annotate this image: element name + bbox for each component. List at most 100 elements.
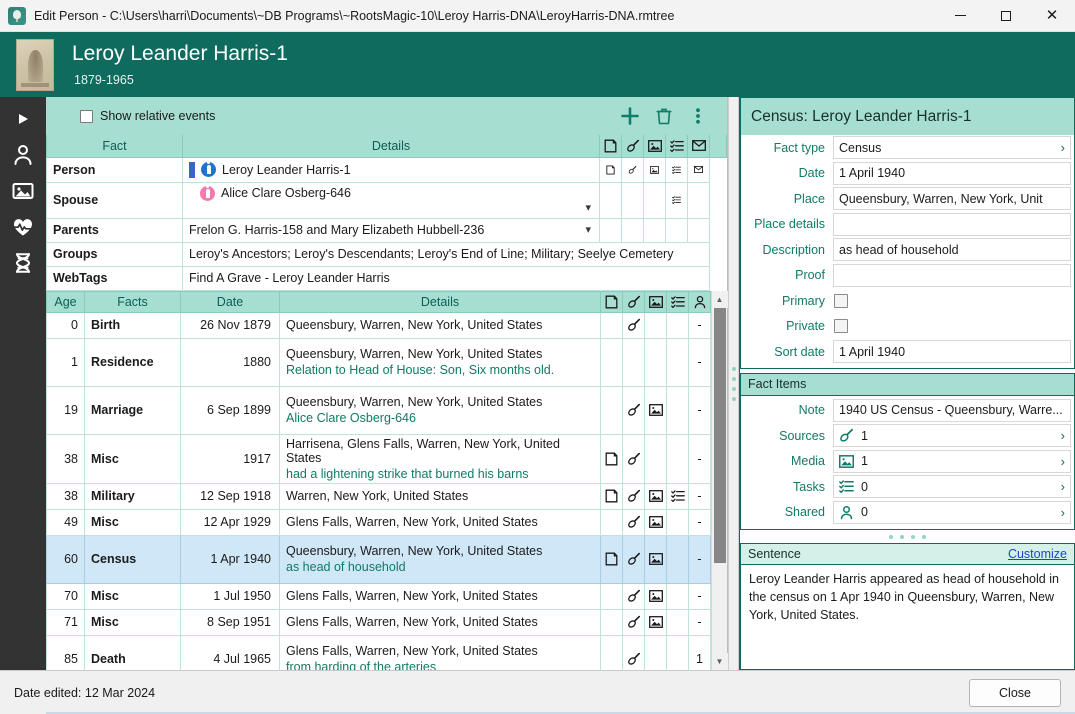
summary-row-spouse[interactable]: Spouse Alice Clare Osberg-646 ▾ <box>46 181 727 219</box>
cell-shared-count[interactable]: - <box>688 337 711 387</box>
cell-tasks-icon[interactable] <box>666 582 689 610</box>
summary-header-details[interactable]: Details <box>182 135 600 158</box>
field-value[interactable]: Queensbury, Warren, New York, Unit <box>833 187 1071 211</box>
panel-splitter[interactable] <box>728 97 739 670</box>
row-note-icon-cell[interactable] <box>599 217 622 243</box>
cell-media-icon[interactable] <box>644 634 667 670</box>
fact-item-value[interactable]: 0 › <box>833 500 1071 524</box>
cell-note-icon[interactable] <box>600 337 623 387</box>
cell-details[interactable]: Harrisena, Glens Falls, Warren, New York… <box>279 433 601 484</box>
summary-header-media-icon[interactable] <box>643 135 666 158</box>
close-button[interactable]: Close <box>969 678 1061 707</box>
header-shared-icon[interactable] <box>688 290 711 313</box>
cell-shared-count[interactable]: - <box>688 582 711 610</box>
scrollbar-track[interactable] <box>712 307 728 654</box>
cell-note-icon[interactable] <box>600 608 623 636</box>
scrollbar-thumb[interactable] <box>713 307 726 563</box>
scroll-up-icon[interactable]: ▲ <box>711 290 728 308</box>
field-value[interactable]: Census › <box>833 136 1071 160</box>
play-icon[interactable] <box>0 101 46 137</box>
header-source-icon[interactable] <box>622 290 645 313</box>
field-checkbox[interactable] <box>833 315 1071 338</box>
cell-tasks-icon[interactable] <box>666 534 689 584</box>
cell-details[interactable]: Queensbury, Warren, New York, United Sta… <box>279 311 601 339</box>
fact-item-value[interactable]: 1 › <box>833 424 1071 448</box>
cell-note-icon[interactable] <box>600 311 623 339</box>
row-mail-icon-cell[interactable] <box>687 217 710 243</box>
person-photo[interactable] <box>16 38 54 91</box>
summary-header-note-icon[interactable] <box>599 135 622 158</box>
cell-tasks-icon[interactable] <box>666 311 689 339</box>
fact-item-value[interactable]: 1940 US Census - Queensbury, Warre... › <box>833 398 1071 422</box>
summary-details-cell[interactable]: Frelon G. Harris-158 and Mary Elizabeth … <box>182 217 600 243</box>
summary-header-mail-icon[interactable] <box>687 135 710 158</box>
row-tasks-icon-cell[interactable] <box>665 181 688 219</box>
cell-source-icon[interactable] <box>622 385 645 435</box>
cell-media-icon[interactable] <box>644 508 667 536</box>
row-tasks-icon-cell[interactable] <box>665 217 688 243</box>
window-close-button[interactable]: ✕ <box>1029 0 1075 32</box>
field-value[interactable] <box>833 212 1071 236</box>
chevron-right-icon[interactable]: › <box>1070 403 1071 418</box>
header-note-icon[interactable] <box>600 290 623 313</box>
cell-media-icon[interactable] <box>644 582 667 610</box>
cell-shared-count[interactable]: 1 <box>688 634 711 670</box>
delete-fact-button[interactable] <box>647 99 681 133</box>
chevron-down-icon[interactable]: ▾ <box>585 223 593 237</box>
maximize-button[interactable] <box>983 0 1029 32</box>
cell-media-icon[interactable] <box>644 433 667 484</box>
cell-tasks-icon[interactable] <box>666 608 689 636</box>
cell-source-icon[interactable] <box>622 608 645 636</box>
cell-details[interactable]: Warren, New York, United States <box>279 482 601 510</box>
table-row[interactable]: 71 Misc 8 Sep 1951 Glens Falls, Warren, New… <box>46 608 711 636</box>
summary-details-cell[interactable]: Alice Clare Osberg-646 ▾ <box>182 181 600 219</box>
cell-note-icon[interactable] <box>600 482 623 510</box>
cell-details[interactable]: Queensbury, Warren, New York, United Sta… <box>279 337 601 387</box>
cell-media-icon[interactable] <box>644 311 667 339</box>
cell-shared-count[interactable]: - <box>688 433 711 484</box>
chevron-right-icon[interactable]: › <box>1061 428 1065 443</box>
cell-media-icon[interactable] <box>644 608 667 636</box>
row-note-icon-cell[interactable] <box>599 156 622 183</box>
summary-row-groups[interactable]: Groups Leroy's Ancestors; Leroy's Descen… <box>46 241 727 267</box>
cell-source-icon[interactable] <box>622 337 645 387</box>
groups-details-cell[interactable]: Leroy's Ancestors; Leroy's Descendants; … <box>182 241 710 267</box>
table-row[interactable]: 19 Marriage 6 Sep 1899 Queensbury, Warren, … <box>46 385 711 435</box>
dna-icon[interactable] <box>0 245 46 281</box>
heartbeat-icon[interactable] <box>0 209 46 245</box>
table-row[interactable]: 38 Misc 1917 Harrisena, Glens Falls, Warren… <box>46 433 711 484</box>
summary-row-person[interactable]: Person Leroy Leander Harris-1 <box>46 156 727 183</box>
cell-source-icon[interactable] <box>622 582 645 610</box>
table-row[interactable]: 38 Military 12 Sep 1918 Warren, New York, U… <box>46 482 711 510</box>
field-value[interactable]: 1 April 1940 <box>833 161 1071 185</box>
cell-shared-count[interactable]: - <box>688 608 711 636</box>
cell-note-icon[interactable] <box>600 385 623 435</box>
row-media-icon-cell[interactable] <box>643 181 666 219</box>
cell-media-icon[interactable] <box>644 482 667 510</box>
minimize-button[interactable] <box>937 0 983 32</box>
summary-row-parents[interactable]: Parents Frelon G. Harris-158 and Mary El… <box>46 217 727 243</box>
chevron-right-icon[interactable]: › <box>1061 454 1065 469</box>
webtags-details-cell[interactable]: Find A Grave - Leroy Leander Harris <box>182 265 710 291</box>
row-media-icon-cell[interactable] <box>643 156 666 183</box>
show-relative-events-checkbox[interactable]: Show relative events <box>80 109 215 123</box>
fact-item-value[interactable]: 1 › <box>833 449 1071 473</box>
table-row[interactable]: 49 Misc 12 Apr 1929 Glens Falls, Warren, Ne… <box>46 508 711 536</box>
cell-source-icon[interactable] <box>622 311 645 339</box>
cell-tasks-icon[interactable] <box>666 634 689 670</box>
field-value[interactable] <box>833 263 1071 287</box>
cell-source-icon[interactable] <box>622 482 645 510</box>
cell-details[interactable]: Glens Falls, Warren, New York, United St… <box>279 508 601 536</box>
field-value[interactable]: 1 April 1940 <box>833 340 1071 364</box>
cell-source-icon[interactable] <box>622 433 645 484</box>
fact-item-value[interactable]: 0 › <box>833 475 1071 499</box>
row-mail-icon-cell[interactable] <box>687 156 710 183</box>
cell-details[interactable]: Queensbury, Warren, New York, United Sta… <box>279 385 601 435</box>
add-fact-button[interactable] <box>613 99 647 133</box>
cell-media-icon[interactable] <box>644 385 667 435</box>
row-note-icon-cell[interactable] <box>599 181 622 219</box>
summary-header-fact[interactable]: Fact <box>46 135 183 158</box>
detail-splitter[interactable] <box>740 530 1075 543</box>
cell-note-icon[interactable] <box>600 508 623 536</box>
header-details[interactable]: Details <box>279 290 601 313</box>
